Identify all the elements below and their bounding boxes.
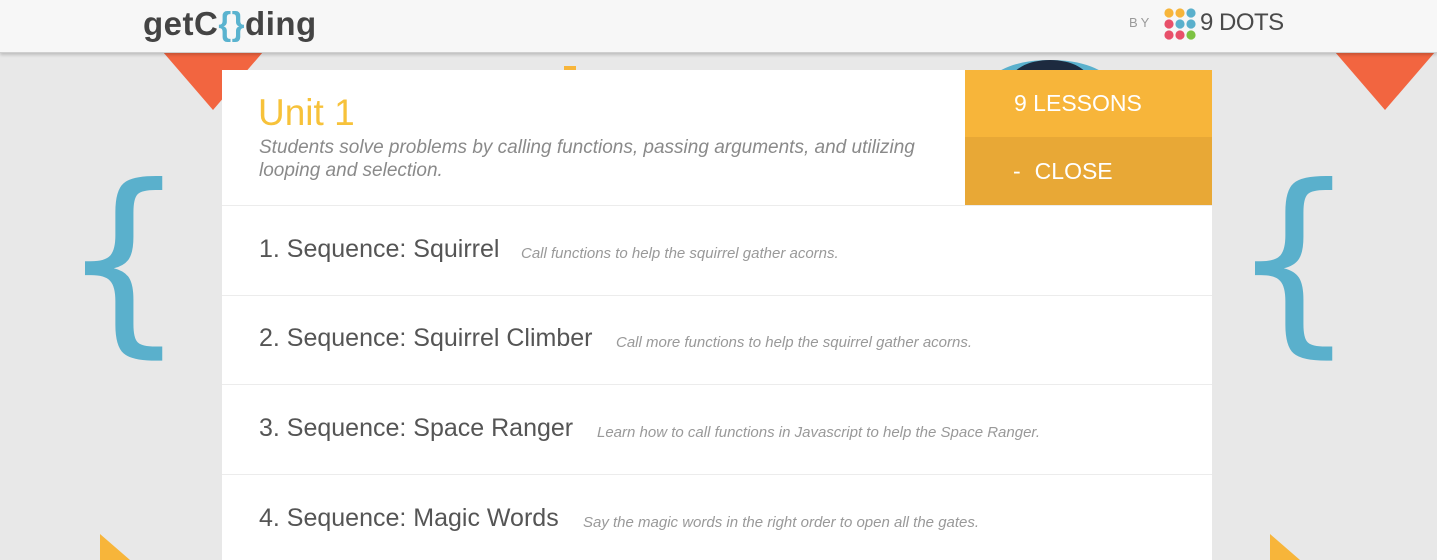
lesson-title: 3. Sequence: Space Ranger (259, 414, 574, 442)
top-header: getC{}ding BY 9 DOTS (0, 0, 1437, 53)
nine-dots-logo-icon (1164, 8, 1196, 40)
logo-suffix: ding (245, 5, 317, 42)
lesson-description: Call functions to help the squirrel gath… (521, 245, 839, 262)
right-brace-icon: { (1230, 143, 1358, 376)
unit-card: Unit 1 Students solve problems by callin… (222, 70, 1212, 560)
lesson-item[interactable]: 4. Sequence: Magic Words Say the magic w… (222, 475, 1212, 560)
orange-arrow-right-decoration (1335, 52, 1435, 110)
unit-header: Unit 1 Students solve problems by callin… (222, 70, 1212, 206)
unit-description: Students solve problems by calling funct… (259, 137, 915, 181)
yellow-triangle-right-decoration (1270, 534, 1300, 560)
lesson-title: 1. Sequence: Squirrel (259, 235, 500, 263)
yellow-triangle-left-decoration (100, 534, 130, 560)
close-button[interactable]: - CLOSE (965, 137, 1212, 205)
by-label: BY (1129, 15, 1153, 30)
logo-brace-icon: {} (218, 5, 246, 42)
partner-name: 9 DOTS (1200, 9, 1284, 36)
lesson-description: Say the magic words in the right order t… (583, 514, 980, 531)
logo-prefix: getC (143, 5, 219, 42)
close-label: CLOSE (1034, 158, 1113, 184)
lesson-item[interactable]: 3. Sequence: Space Ranger Learn how to c… (222, 385, 1212, 475)
unit-title: Unit 1 (258, 92, 355, 133)
getcoding-logo[interactable]: getC{}ding (143, 4, 317, 44)
lesson-item[interactable]: 1. Sequence: Squirrel Call functions to … (222, 206, 1212, 296)
close-dash: - (1013, 158, 1021, 184)
lesson-description: Learn how to call functions in Javascrip… (597, 424, 1041, 441)
lesson-title: 4. Sequence: Magic Words (259, 504, 559, 532)
lessons-count-button[interactable]: 9 LESSONS (965, 70, 1212, 137)
lesson-item[interactable]: 2. Sequence: Squirrel Climber Call more … (222, 295, 1212, 385)
lesson-description: Call more functions to help the squirrel… (616, 334, 973, 351)
lesson-title: 2. Sequence: Squirrel Climber (259, 324, 593, 352)
left-brace-icon: { (60, 143, 188, 376)
